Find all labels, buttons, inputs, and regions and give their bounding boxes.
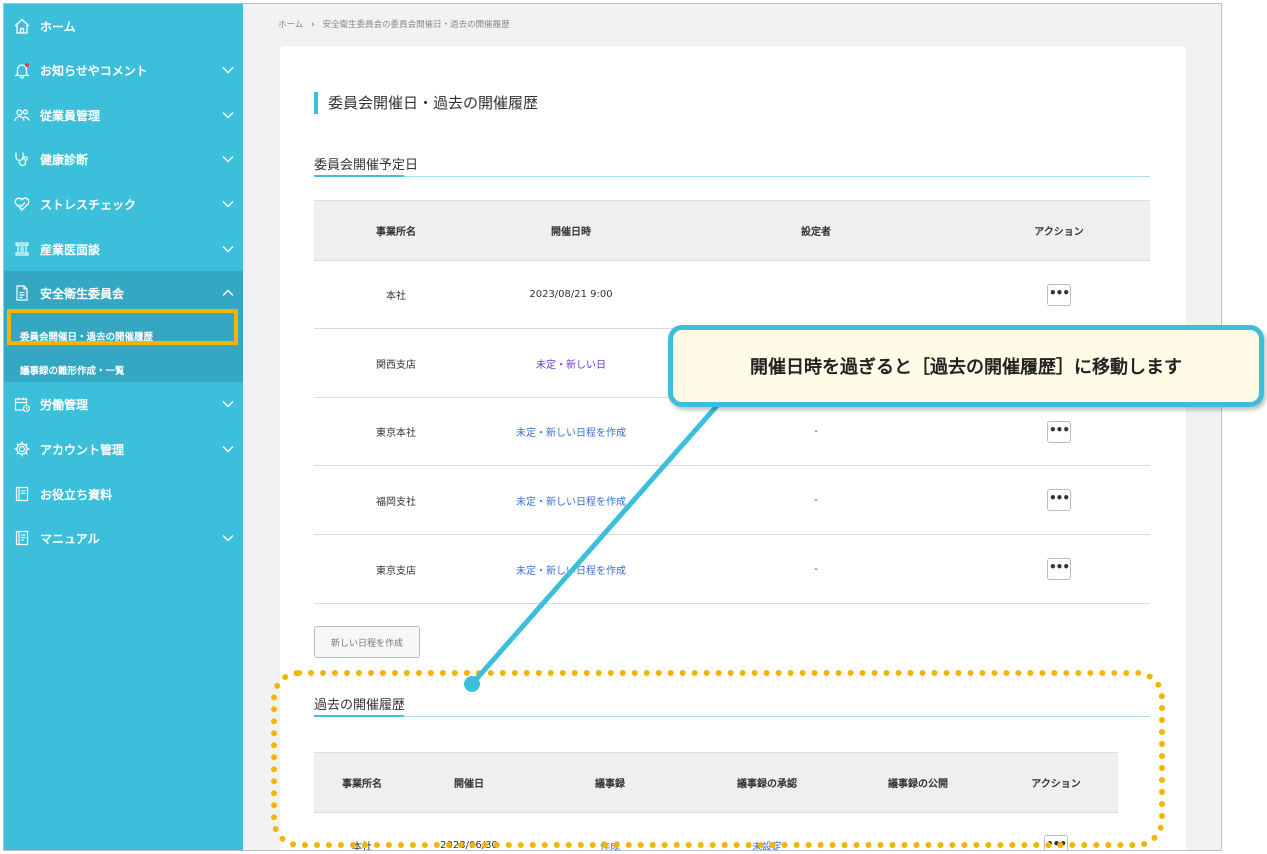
chevron-up-icon	[221, 286, 235, 300]
sidebar-item-label: ホーム	[40, 19, 76, 34]
sidebar-item-label: お役立ち資料	[40, 487, 113, 502]
manual-icon	[13, 529, 31, 547]
sidebar-item-manual[interactable]: マニュアル	[4, 516, 243, 560]
chevron-down-icon	[221, 442, 235, 456]
bell-icon	[13, 61, 31, 79]
action-cell: •••	[968, 397, 1150, 466]
office-cell: 福岡支社	[314, 465, 478, 535]
create-schedule-link[interactable]: 未定・新しい日程を作成	[516, 497, 626, 508]
chevron-down-icon	[221, 397, 235, 411]
column-header: 開催日時	[478, 200, 664, 261]
table-header-row: 事業所名 開催日時 設定者 アクション	[314, 200, 1150, 261]
history-highlight-frame	[271, 670, 1165, 848]
heart-icon	[13, 195, 31, 213]
chevron-down-icon	[221, 197, 235, 211]
table-row: 福岡支社 未定・新しい日程を作成 - •••	[314, 465, 1150, 535]
action-cell: •••	[968, 534, 1150, 604]
sidebar-item-label: 労働管理	[40, 397, 89, 412]
sidebar-item-account[interactable]: アカウント管理	[4, 427, 243, 471]
office-cell: 関西支店	[314, 328, 478, 398]
sidebar: ホーム お知らせやコメント 従業員管理 健康診断 ストレスチェック 産業医面談 …	[4, 4, 243, 850]
schedule-section-title: 委員会開催予定日	[314, 158, 419, 173]
breadcrumb-current: 安全衛生委員会の委員会開催日・過去の開催履歴	[322, 20, 510, 30]
document-icon	[13, 284, 31, 302]
setter-cell: -	[664, 534, 968, 604]
section-divider	[314, 175, 1150, 177]
new-schedule-button[interactable]: 新しい日程を作成	[314, 626, 420, 658]
home-icon	[13, 17, 31, 35]
datetime-cell: 2023/08/21 9:00	[478, 260, 664, 329]
sidebar-item-label: マニュアル	[40, 531, 100, 546]
more-actions-button[interactable]: •••	[1047, 420, 1071, 443]
sidebar-item-resources[interactable]: お役立ち資料	[4, 472, 243, 516]
datetime-cell: 未定・新しい日程を作成	[478, 534, 664, 604]
page-title: 委員会開催日・過去の開催履歴	[314, 92, 538, 114]
sidebar-item-label: 安全衛生委員会	[40, 286, 125, 301]
callout-text: 開催日時を過ぎると［過去の開催履歴］に移動します	[750, 357, 1182, 378]
sidebar-item-health-check[interactable]: 健康診断	[4, 137, 243, 181]
more-actions-button[interactable]: •••	[1047, 489, 1071, 511]
datetime-cell: 未定・新しい日程を作成	[478, 465, 664, 535]
chevron-down-icon	[221, 531, 235, 545]
calendar-icon	[13, 395, 31, 413]
datetime-cell: 未定・新しい日	[478, 328, 664, 398]
sidebar-item-labor[interactable]: 労働管理	[4, 382, 243, 426]
column-header: アクション	[968, 200, 1150, 261]
table-row: 東京本社 未定・新しい日程を作成 - •••	[314, 397, 1150, 466]
gear-icon	[13, 440, 31, 458]
doctor-icon	[13, 240, 31, 258]
datetime-cell: 未定・新しい日程を作成	[478, 397, 664, 466]
breadcrumb: ホーム › 安全衛生委員会の委員会開催日・過去の開催履歴	[278, 18, 510, 30]
chevron-down-icon	[221, 242, 235, 256]
action-cell: •••	[968, 465, 1150, 535]
table-row: 本社 2023/08/21 9:00 •••	[314, 260, 1150, 329]
chevron-down-icon	[221, 63, 235, 77]
office-cell: 本社	[314, 260, 478, 329]
setter-cell	[664, 260, 968, 329]
create-schedule-link[interactable]: 未定・新しい日	[536, 360, 606, 371]
sidebar-item-label: 従業員管理	[40, 108, 101, 123]
book-icon	[13, 485, 31, 503]
chevron-down-icon	[221, 152, 235, 166]
sidebar-item-home[interactable]: ホーム	[4, 4, 243, 48]
setter-cell: -	[664, 397, 968, 466]
office-cell: 東京支店	[314, 534, 478, 604]
annotation-callout: 開催日時を過ぎると［過去の開催履歴］に移動します	[668, 325, 1264, 407]
sidebar-item-doctor-interview[interactable]: 産業医面談	[4, 227, 243, 271]
sidebar-item-label: ストレスチェック	[40, 197, 137, 212]
action-cell: •••	[968, 260, 1150, 329]
stethoscope-icon	[13, 150, 31, 168]
highlight-frame	[7, 309, 238, 345]
create-schedule-link[interactable]: 未定・新しい日程を作成	[516, 566, 626, 577]
more-actions-button[interactable]: •••	[1047, 558, 1071, 580]
sidebar-item-label: 産業医面談	[40, 242, 101, 257]
chevron-down-icon	[221, 108, 235, 122]
create-schedule-link[interactable]: 未定・新しい日程を作成	[516, 428, 626, 439]
sidebar-item-notifications[interactable]: お知らせやコメント	[4, 48, 243, 92]
more-actions-button[interactable]: •••	[1047, 283, 1071, 306]
sidebar-item-stress-check[interactable]: ストレスチェック	[4, 182, 243, 226]
sidebar-item-employees[interactable]: 従業員管理	[4, 93, 243, 137]
people-icon	[13, 106, 31, 124]
breadcrumb-separator: ›	[311, 20, 315, 30]
office-cell: 東京本社	[314, 397, 478, 466]
sidebar-subitem-minutes-template[interactable]: 議事録の雛形作成・一覧	[20, 363, 125, 377]
column-header: 事業所名	[314, 200, 478, 261]
sidebar-item-label: 健康診断	[40, 152, 89, 167]
table-row: 東京支店 未定・新しい日程を作成 - •••	[314, 534, 1150, 604]
breadcrumb-home-link[interactable]: ホーム	[278, 20, 303, 30]
column-header: 設定者	[664, 200, 968, 261]
sidebar-item-label: お知らせやコメント	[40, 63, 148, 78]
setter-cell: -	[664, 465, 968, 535]
sidebar-item-label: アカウント管理	[40, 442, 125, 457]
